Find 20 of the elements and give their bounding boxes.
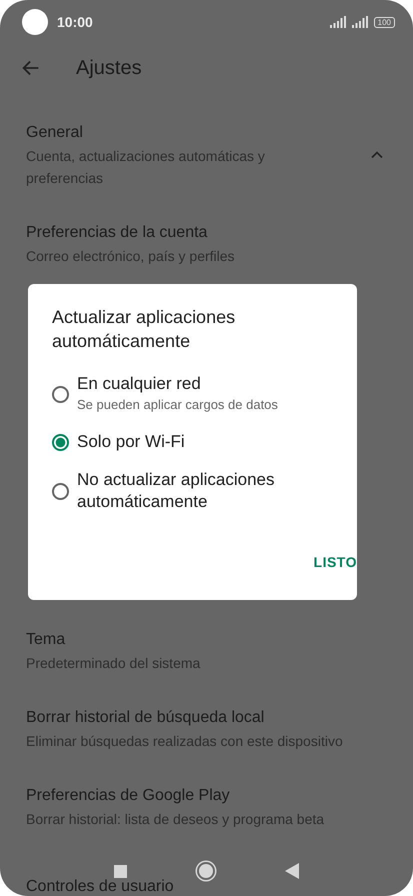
option-label[interactable]: En cualquier red: [77, 373, 278, 395]
option-label[interactable]: No actualizar aplicaciones automáticamente: [77, 469, 357, 513]
setting-title[interactable]: General: [26, 121, 363, 145]
setting-title[interactable]: Borrar historial de búsqueda local: [26, 706, 387, 730]
option-hint: Se pueden aplicar cargos de datos: [77, 396, 278, 414]
status-time: 10:00: [57, 14, 93, 30]
setting-title[interactable]: Preferencias de la cuenta: [26, 221, 387, 245]
setting-subtitle: Predeterminado del sistema: [26, 654, 202, 673]
done-button[interactable]: LISTO: [314, 546, 357, 578]
option-label[interactable]: Solo por Wi-Fi: [77, 431, 215, 453]
dialog-title: Actualizar aplicaciones automáticamente: [52, 306, 236, 353]
screen-title: Ajustes: [76, 56, 142, 80]
setting-subtitle: Correo electrónico, país y perfiles: [26, 247, 236, 266]
battery-indicator: 100: [374, 16, 395, 28]
setting-title[interactable]: Tema: [26, 628, 387, 652]
setting-subtitle: Cuenta, actualizaciones automáticas y preferencias: [26, 147, 266, 188]
setting-subtitle: Borrar historial: lista de deseos y programa beta: [26, 810, 326, 829]
setting-subtitle: Eliminar búsquedas realizadas con este dispositivo: [26, 732, 344, 751]
setting-title[interactable]: Preferencias de Google Play: [26, 784, 387, 808]
setting-title[interactable]: Controles de usuario: [26, 878, 387, 896]
